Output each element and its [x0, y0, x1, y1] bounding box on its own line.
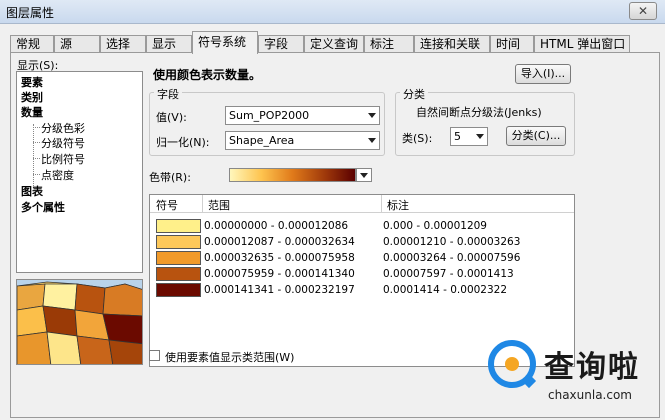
tab-8[interactable]: 连接和关联	[414, 35, 490, 53]
close-button[interactable]: ✕	[629, 2, 657, 20]
range-cell: 0.000032635 - 0.000075958	[204, 252, 355, 264]
close-icon: ✕	[637, 4, 649, 18]
label-cell[interactable]: 0.00007597 - 0.0001413	[383, 268, 514, 280]
header-symbol[interactable]: 符号	[156, 197, 178, 213]
symbol-swatch[interactable]	[156, 267, 201, 281]
tab-10[interactable]: HTML 弹出窗口	[534, 35, 630, 53]
header-range[interactable]: 范围	[208, 197, 230, 213]
classify-button[interactable]: 分类(C)...	[506, 126, 566, 146]
tab-7[interactable]: 标注	[364, 35, 414, 53]
watermark-logo-dot	[505, 357, 519, 371]
table-header: 符号 范围 标注	[150, 195, 574, 213]
classification-group-title: 分类	[400, 86, 428, 102]
description-text: 使用颜色表示数量。	[153, 68, 262, 82]
tab-9[interactable]: 时间	[490, 35, 534, 53]
label-cell[interactable]: 0.00003264 - 0.00007596	[383, 252, 520, 264]
table-row[interactable]: 0.00000000 - 0.000012086 0.000 - 0.000012…	[150, 218, 574, 234]
range-cell: 0.000141341 - 0.000232197	[204, 284, 355, 296]
symbol-swatch[interactable]	[156, 283, 201, 297]
watermark-brand: 查询啦	[544, 350, 640, 385]
tree-item-8[interactable]: 多个属性	[21, 199, 65, 215]
table-row[interactable]: 0.000012087 - 0.000032634 0.00001210 - 0.…	[150, 234, 574, 250]
header-label[interactable]: 标注	[387, 197, 409, 213]
color-ramp-arrow-button[interactable]	[356, 168, 372, 182]
chevron-down-icon	[360, 173, 368, 178]
column-divider	[381, 195, 382, 213]
tree-item-6[interactable]: 点密度	[41, 167, 74, 183]
color-ramp-label: 色带(R):	[149, 171, 191, 184]
fields-group: 字段 值(V): Sum_POP2000 归一化(N): Shape_Area	[149, 86, 385, 156]
tab-3[interactable]: 显示	[146, 35, 192, 53]
show-tree: 要素 类别 数量 分级色彩 分级符号 比例符号 点密度 图表 多个属性	[16, 71, 143, 273]
chevron-down-icon	[368, 138, 376, 143]
classes-dropdown-text: 5	[454, 130, 461, 143]
tab-6[interactable]: 定义查询	[304, 35, 364, 53]
watermark-url: chaxunla.com	[548, 388, 632, 402]
tree-connector	[33, 124, 34, 188]
tree-item-3[interactable]: 分级色彩	[41, 120, 85, 136]
tree-connector-tick	[33, 158, 40, 159]
tree-connector-tick	[33, 127, 40, 128]
classes-label: 类(S):	[402, 132, 433, 145]
label-cell[interactable]: 0.000 - 0.00001209	[383, 220, 487, 232]
range-cell: 0.000075959 - 0.000141340	[204, 268, 355, 280]
tree-item-5[interactable]: 比例符号	[41, 151, 85, 167]
table-row[interactable]: 0.000141341 - 0.000232197 0.0001414 - 0.0…	[150, 282, 574, 298]
chevron-down-icon	[476, 134, 484, 139]
legend-preview-map	[16, 279, 143, 365]
tab-4[interactable]: 符号系统	[192, 31, 258, 54]
classification-group: 分类 自然间断点分级法(Jenks) 类(S): 5 分类(C)...	[395, 86, 575, 156]
window-title: 图层属性	[6, 6, 55, 20]
symbol-swatch[interactable]	[156, 251, 201, 265]
show-class-ranges-checkbox[interactable]	[149, 350, 160, 361]
color-ramp-dropdown[interactable]	[229, 168, 356, 182]
chevron-down-icon	[368, 113, 376, 118]
tree-item-1[interactable]: 类别	[21, 89, 43, 105]
range-cell: 0.000012087 - 0.000032634	[204, 236, 355, 248]
classes-dropdown[interactable]: 5	[450, 127, 488, 146]
value-dropdown-text: Sum_POP2000	[229, 109, 310, 122]
symbol-swatch[interactable]	[156, 235, 201, 249]
fields-group-title: 字段	[154, 86, 182, 102]
tree-connector-tick	[33, 142, 40, 143]
tree-item-4[interactable]: 分级符号	[41, 135, 85, 151]
tab-1[interactable]: 源	[54, 35, 100, 53]
normalize-label: 归一化(N):	[156, 136, 210, 149]
title-bar: 图层属性 ✕	[0, 0, 665, 24]
label-cell[interactable]: 0.00001210 - 0.00003263	[383, 236, 520, 248]
normalize-dropdown[interactable]: Shape_Area	[225, 131, 380, 150]
normalize-dropdown-text: Shape_Area	[229, 134, 295, 147]
import-button[interactable]: 导入(I)...	[515, 64, 571, 84]
tab-5[interactable]: 字段	[258, 35, 304, 53]
classification-method: 自然间断点分级法(Jenks)	[416, 106, 542, 119]
tree-item-2[interactable]: 数量	[21, 104, 43, 120]
color-ramp-row: 色带(R):	[149, 166, 389, 186]
table-row[interactable]: 0.000075959 - 0.000141340 0.00007597 - 0.…	[150, 266, 574, 282]
tree-item-7[interactable]: 图表	[21, 183, 43, 199]
tree-connector-tick	[33, 174, 40, 175]
column-divider	[202, 195, 203, 213]
show-class-ranges-label: 使用要素值显示类范围(W)	[165, 351, 295, 364]
range-cell: 0.00000000 - 0.000012086	[204, 220, 349, 232]
tab-0[interactable]: 常规	[10, 35, 54, 53]
tab-bar: 常规源选择 显示 符号系统 字段 定义查询 标注 连接和关联 时间 HTML 弹出窗口	[10, 31, 660, 54]
value-dropdown[interactable]: Sum_POP2000	[225, 106, 380, 125]
tree-item-0[interactable]: 要素	[21, 74, 43, 90]
value-label: 值(V):	[156, 111, 187, 124]
label-cell[interactable]: 0.0001414 - 0.0002322	[383, 284, 507, 296]
tab-2[interactable]: 选择	[100, 35, 146, 53]
symbol-swatch[interactable]	[156, 219, 201, 233]
table-row[interactable]: 0.000032635 - 0.000075958 0.00003264 - 0.…	[150, 250, 574, 266]
